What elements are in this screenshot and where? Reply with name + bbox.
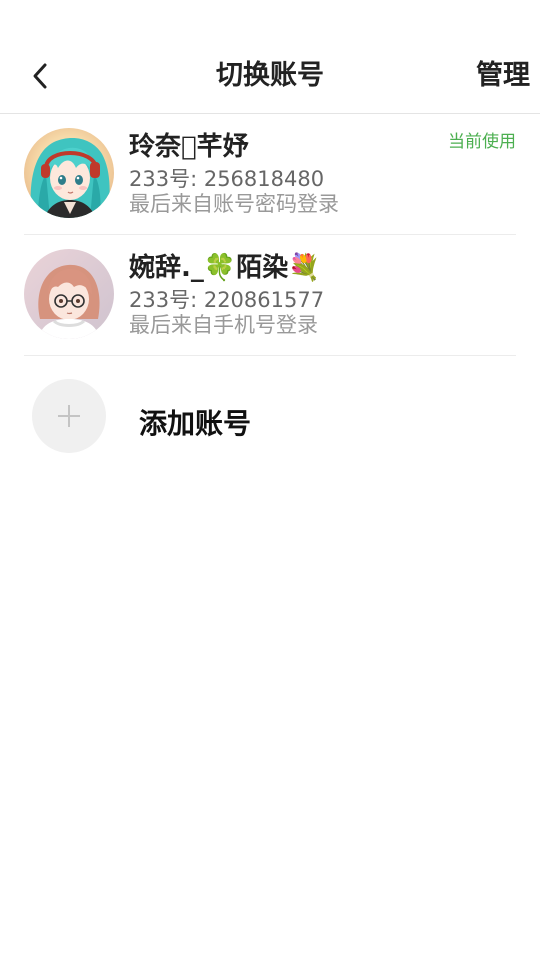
anime-girl-glasses-avatar xyxy=(24,249,114,339)
header: 切换账号 管理 xyxy=(0,0,540,113)
add-account-label: 添加账号 xyxy=(139,407,252,440)
avatar xyxy=(24,128,114,218)
account-item[interactable]: 婉辞._🍀陌染💐 233号: 220861577 最后来自手机号登录 xyxy=(24,235,516,355)
account-name: 婉辞._🍀陌染💐 xyxy=(129,253,321,283)
add-account-button[interactable]: 添加账号 xyxy=(24,370,516,470)
account-login-method: 最后来自手机号登录 xyxy=(129,313,318,337)
account-id: 233号: 220861577 xyxy=(129,288,325,312)
row-divider xyxy=(24,355,516,356)
plus-icon xyxy=(58,405,80,427)
account-item[interactable]: 玲奈 芊妤 233号: 256818480 最后来自账号密码登录 当前使用 xyxy=(24,114,516,234)
account-id: 233号: 256818480 xyxy=(129,167,325,191)
current-use-badge: 当前使用 xyxy=(448,132,516,152)
switch-account-page: 切换账号 管理 xyxy=(0,0,540,960)
page-title: 切换账号 xyxy=(216,60,324,91)
manage-button[interactable]: 管理 xyxy=(476,57,530,95)
anime-girl-teal-hair-avatar xyxy=(24,128,114,218)
account-name: 玲奈 芊妤 xyxy=(129,132,249,162)
account-login-method: 最后来自账号密码登录 xyxy=(129,192,339,216)
avatar xyxy=(24,249,114,339)
add-account-circle xyxy=(32,379,106,453)
